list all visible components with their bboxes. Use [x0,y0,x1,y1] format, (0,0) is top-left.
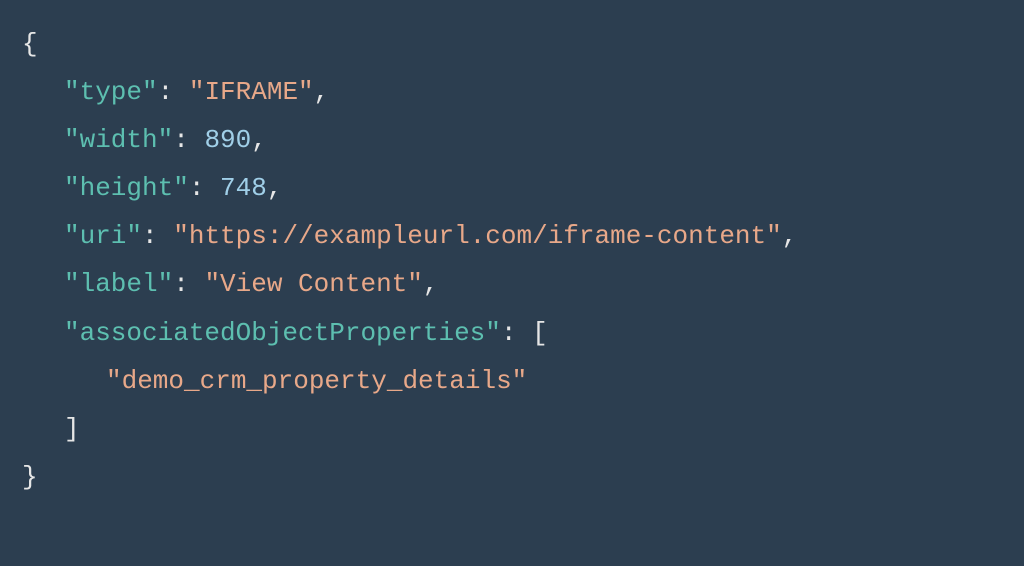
open-bracket: [ [532,318,548,348]
colon: : [142,221,173,251]
close-brace: } [22,462,38,492]
json-value-type: "IFRAME" [189,77,314,107]
json-key-type: "type" [64,77,158,107]
colon: : [173,125,204,155]
comma: , [423,269,439,299]
colon: : [158,77,189,107]
json-key-width: "width" [64,125,173,155]
colon: : [501,318,532,348]
open-brace: { [22,29,38,59]
comma: , [314,77,330,107]
comma: , [267,173,283,203]
colon: : [173,269,204,299]
comma: , [251,125,267,155]
json-value-label: "View Content" [204,269,422,299]
json-array-item: "demo_crm_property_details" [106,366,527,396]
json-value-width: 890 [204,125,251,155]
colon: : [189,173,220,203]
json-value-uri: "https://exampleurl.com/iframe-content" [173,221,782,251]
json-value-height: 748 [220,173,267,203]
json-key-height: "height" [64,173,189,203]
json-key-label: "label" [64,269,173,299]
comma: , [782,221,798,251]
json-key-assoc: "associatedObjectProperties" [64,318,501,348]
close-bracket: ] [64,414,80,444]
json-key-uri: "uri" [64,221,142,251]
code-block: { "type": "IFRAME", "width": 890, "height":… [22,20,1002,501]
